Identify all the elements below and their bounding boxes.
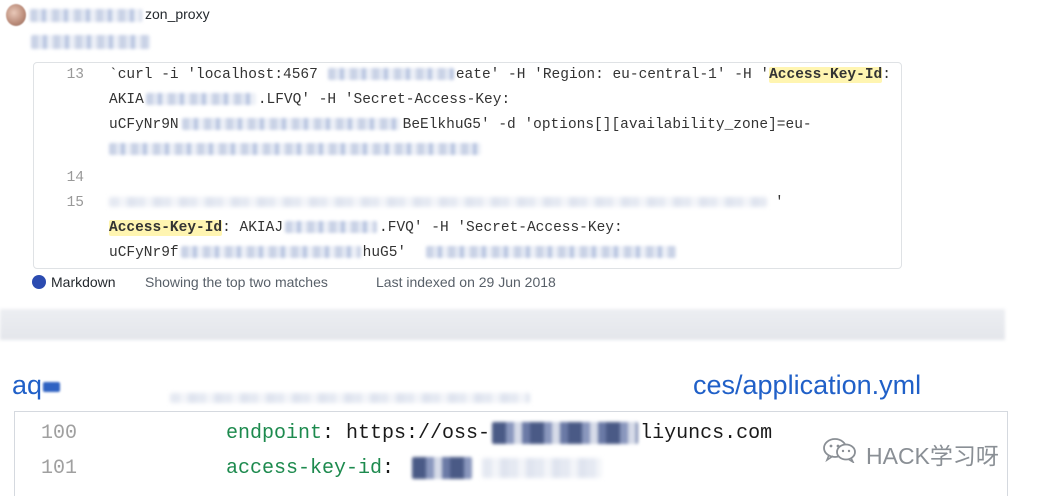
line-number: 14 — [66, 170, 84, 186]
line-number: 100 — [41, 422, 78, 445]
file-path-link[interactable]: ces/application.yml — [693, 370, 921, 401]
line-content: Access-Key-Id: AKIAJ .FVQ' -H 'Secret-Acc… — [109, 220, 623, 236]
redacted-text — [109, 197, 767, 208]
redacted-text — [285, 221, 378, 234]
redacted-text — [181, 118, 400, 131]
line-number: 13 — [66, 67, 84, 83]
line-content: ' — [109, 191, 784, 216]
redacted-text — [180, 246, 361, 259]
redacted-text — [412, 456, 473, 479]
code-snippet-box: 100 endpoint: https://oss-liyuncs.com 10… — [14, 411, 1008, 496]
search-match-highlight: Access-Key-Id — [769, 67, 883, 83]
line-number: 15 — [66, 195, 84, 211]
redacted-text — [492, 421, 639, 444]
redacted-owner-name — [30, 9, 142, 22]
line-content: uCFyNr9f huG5' — [109, 241, 677, 266]
search-match-highlight: Access-Key-Id — [109, 220, 223, 236]
language-color-dot — [32, 275, 46, 289]
repo-name[interactable]: aq — [12, 370, 42, 401]
result-header: zon_proxy — [0, 0, 1049, 60]
redacted-file-path[interactable] — [31, 35, 150, 49]
redacted-text — [482, 457, 603, 478]
line-content: access-key-id: — [226, 454, 603, 484]
wechat-icon — [823, 438, 856, 463]
repo-name[interactable]: zon_proxy — [145, 6, 210, 22]
watermark-text: HACK学习呀 — [866, 443, 999, 469]
redacted-text — [145, 93, 256, 106]
line-content: AKIA .LFVQ' -H 'Secret-Access-Key: — [109, 92, 511, 108]
redacted-text — [327, 68, 454, 81]
redacted-text — [426, 246, 677, 259]
screenshot-divider — [0, 309, 1005, 340]
redacted-text — [109, 143, 481, 156]
redacted-repo-name — [43, 382, 60, 392]
redacted-text — [170, 393, 530, 403]
line-content: endpoint: https://oss-liyuncs.com — [226, 421, 773, 445]
code-snippet-box: 13 `curl -i 'localhost:4567 eate' -H 'Reg… — [33, 62, 902, 269]
avatar[interactable] — [6, 4, 26, 26]
line-content: `curl -i 'localhost:4567 eate' -H 'Region… — [109, 67, 891, 83]
language-label[interactable]: Markdown — [51, 274, 116, 290]
line-content — [109, 138, 481, 163]
last-indexed-date: Last indexed on 29 Jun 2018 — [376, 274, 556, 290]
line-number: 101 — [41, 457, 78, 480]
matches-summary: Showing the top two matches — [145, 274, 328, 290]
line-content: uCFyNr9N BeElkhuG5' -d 'options[][availab… — [109, 117, 812, 133]
